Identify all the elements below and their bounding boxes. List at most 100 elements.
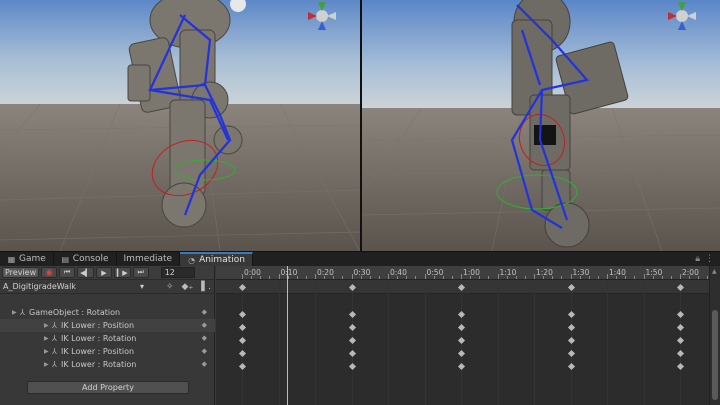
ruler-tick [278, 274, 280, 279]
property-row[interactable]: ▶ ⅄ IK Lower : Rotation ◆ [0, 332, 215, 345]
last-keyframe-icon: ⏭ [137, 268, 144, 276]
keyframe[interactable] [676, 362, 685, 371]
add-event-icon[interactable]: ◆₊ [182, 282, 194, 292]
keyframe-diamond-icon[interactable]: ◆ [202, 347, 207, 355]
play-button[interactable]: ▶ [95, 267, 112, 278]
keyframe[interactable] [348, 336, 356, 345]
scroll-up-icon[interactable]: ▲ [712, 268, 717, 275]
property-row[interactable]: ▶ ⅄ GameObject : Rotation ◆ [0, 306, 215, 319]
ruler-tick [534, 274, 535, 279]
keyframe[interactable] [238, 310, 247, 319]
property-list: ▶ ⅄ GameObject : Rotation ◆ ▶ ⅄ IK Lower… [0, 306, 215, 371]
vertical-scrollbar[interactable]: ▲ [709, 266, 720, 405]
tab-bar-actions: 🔒︎ ⋮ [695, 252, 720, 266]
keyframe[interactable] [348, 349, 356, 358]
ruler-tick [616, 276, 618, 279]
scene-view-left[interactable] [0, 0, 360, 251]
expand-arrow-icon[interactable]: ▶ [44, 335, 52, 342]
expand-arrow-icon[interactable]: ▶ [44, 361, 52, 368]
ruler-tick [342, 276, 344, 279]
keyframe-diamond-icon[interactable]: ◆ [202, 321, 207, 329]
record-button[interactable]: ◉ [41, 267, 58, 278]
preview-button[interactable]: Preview [2, 267, 40, 278]
ruler-tick [689, 276, 691, 279]
keyframe[interactable] [567, 362, 575, 371]
property-label: GameObject : Rotation [29, 308, 121, 317]
property-row[interactable]: ▶ ⅄ IK Lower : Rotation ◆ [0, 358, 215, 371]
property-row[interactable]: ▶ ⅄ IK Lower : Position ◆ [0, 319, 215, 332]
ruler-tick [315, 274, 316, 279]
keyframe-diamond-icon[interactable]: ◆ [202, 360, 207, 368]
scene-view-right[interactable] [362, 0, 720, 251]
first-keyframe-icon: ⏮ [63, 268, 71, 276]
event-marker-icon[interactable]: ▌. [201, 282, 211, 292]
property-label: IK Lower : Rotation [61, 334, 137, 343]
ruler-label: 1:00 [463, 268, 480, 277]
keyframe[interactable] [457, 310, 466, 319]
keyframe[interactable] [676, 323, 685, 332]
dopesheet-timeline[interactable]: 0:00 0:10 0:20 0:30 0:40 0:50 1:00 1:10 1:20 1:30… [216, 266, 709, 405]
time-ruler[interactable]: 0:00 0:10 0:20 0:30 0:40 0:50 1:00 1:10 1:20 1:30… [216, 266, 709, 280]
clip-dropdown[interactable]: A_DigitigradeWalk ▾ [3, 281, 148, 293]
lock-icon[interactable]: 🔒︎ [695, 254, 700, 264]
keyframe[interactable] [238, 362, 247, 371]
keyframe[interactable] [457, 362, 466, 371]
keyframe-diamond-icon[interactable]: ◆ [202, 334, 207, 342]
keyframe[interactable] [567, 323, 575, 332]
expand-arrow-icon[interactable]: ▶ [44, 322, 52, 329]
keyframe[interactable] [676, 336, 685, 345]
tab-immediate-label: Immediate [123, 254, 173, 264]
ruler-tick [625, 276, 627, 279]
ruler-tick [242, 274, 243, 279]
keyframe[interactable] [567, 310, 575, 319]
expand-arrow-icon[interactable]: ▶ [12, 309, 20, 316]
timeline-gridline [278, 280, 280, 405]
keyframe[interactable] [457, 336, 466, 345]
keyframe[interactable] [567, 349, 575, 358]
keyframe-diamond-icon[interactable]: ◆ [202, 308, 207, 316]
tab-console[interactable]: ▤ Console [54, 252, 117, 266]
keyframe[interactable] [348, 323, 356, 332]
animation-left-panel: Preview ◉ ⏮ ◀▎ ▶ ▎▶ ⏭ 12 A_DigitigradeWa… [0, 266, 215, 405]
ruler-tick [570, 274, 572, 279]
ruler-label: 0:10 [280, 268, 298, 277]
tab-immediate[interactable]: Immediate [117, 252, 181, 266]
keyframe[interactable] [676, 310, 685, 319]
ruler-label: 1:10 [499, 268, 517, 277]
tab-game[interactable]: ▦ Game [0, 252, 54, 266]
first-keyframe-button[interactable]: ⏮ [59, 267, 76, 278]
ruler-tick [597, 276, 599, 279]
expand-arrow-icon[interactable]: ▶ [44, 348, 52, 355]
ruler-tick [415, 276, 417, 279]
chevron-down-icon: ▾ [139, 282, 144, 291]
playhead[interactable] [287, 266, 288, 405]
keyframe[interactable] [457, 349, 466, 358]
keyframe[interactable] [676, 349, 685, 358]
ruler-tick [515, 276, 517, 279]
scrollbar-thumb[interactable] [712, 310, 718, 400]
property-row[interactable]: ▶ ⅄ IK Lower : Position ◆ [0, 345, 215, 358]
ruler-tick [634, 276, 636, 279]
keyframe[interactable] [348, 362, 356, 371]
timeline-gridline [315, 280, 316, 405]
add-keyframe-icon[interactable]: ✧ [166, 282, 174, 292]
add-property-button[interactable]: Add Property [27, 381, 189, 394]
ruler-tick [442, 276, 444, 279]
next-keyframe-button[interactable]: ▎▶ [113, 267, 131, 278]
prev-keyframe-button[interactable]: ◀▎ [77, 267, 94, 278]
tab-animation-label: Animation [199, 255, 245, 265]
keyframe[interactable] [238, 323, 247, 332]
keyframe[interactable] [457, 323, 466, 332]
keyframe[interactable] [238, 349, 247, 358]
keyframe[interactable] [348, 310, 356, 319]
ruler-tick [269, 276, 271, 279]
ruler-tick [433, 276, 435, 279]
menu-icon[interactable]: ⋮ [705, 254, 714, 264]
tab-animation[interactable]: ◔ Animation [180, 252, 253, 266]
timeline-gridline [534, 280, 535, 405]
last-keyframe-button[interactable]: ⏭ [132, 267, 149, 278]
keyframe[interactable] [567, 336, 575, 345]
keyframe[interactable] [238, 336, 247, 345]
ruler-tick [561, 276, 563, 279]
frame-input[interactable]: 12 [160, 267, 195, 278]
